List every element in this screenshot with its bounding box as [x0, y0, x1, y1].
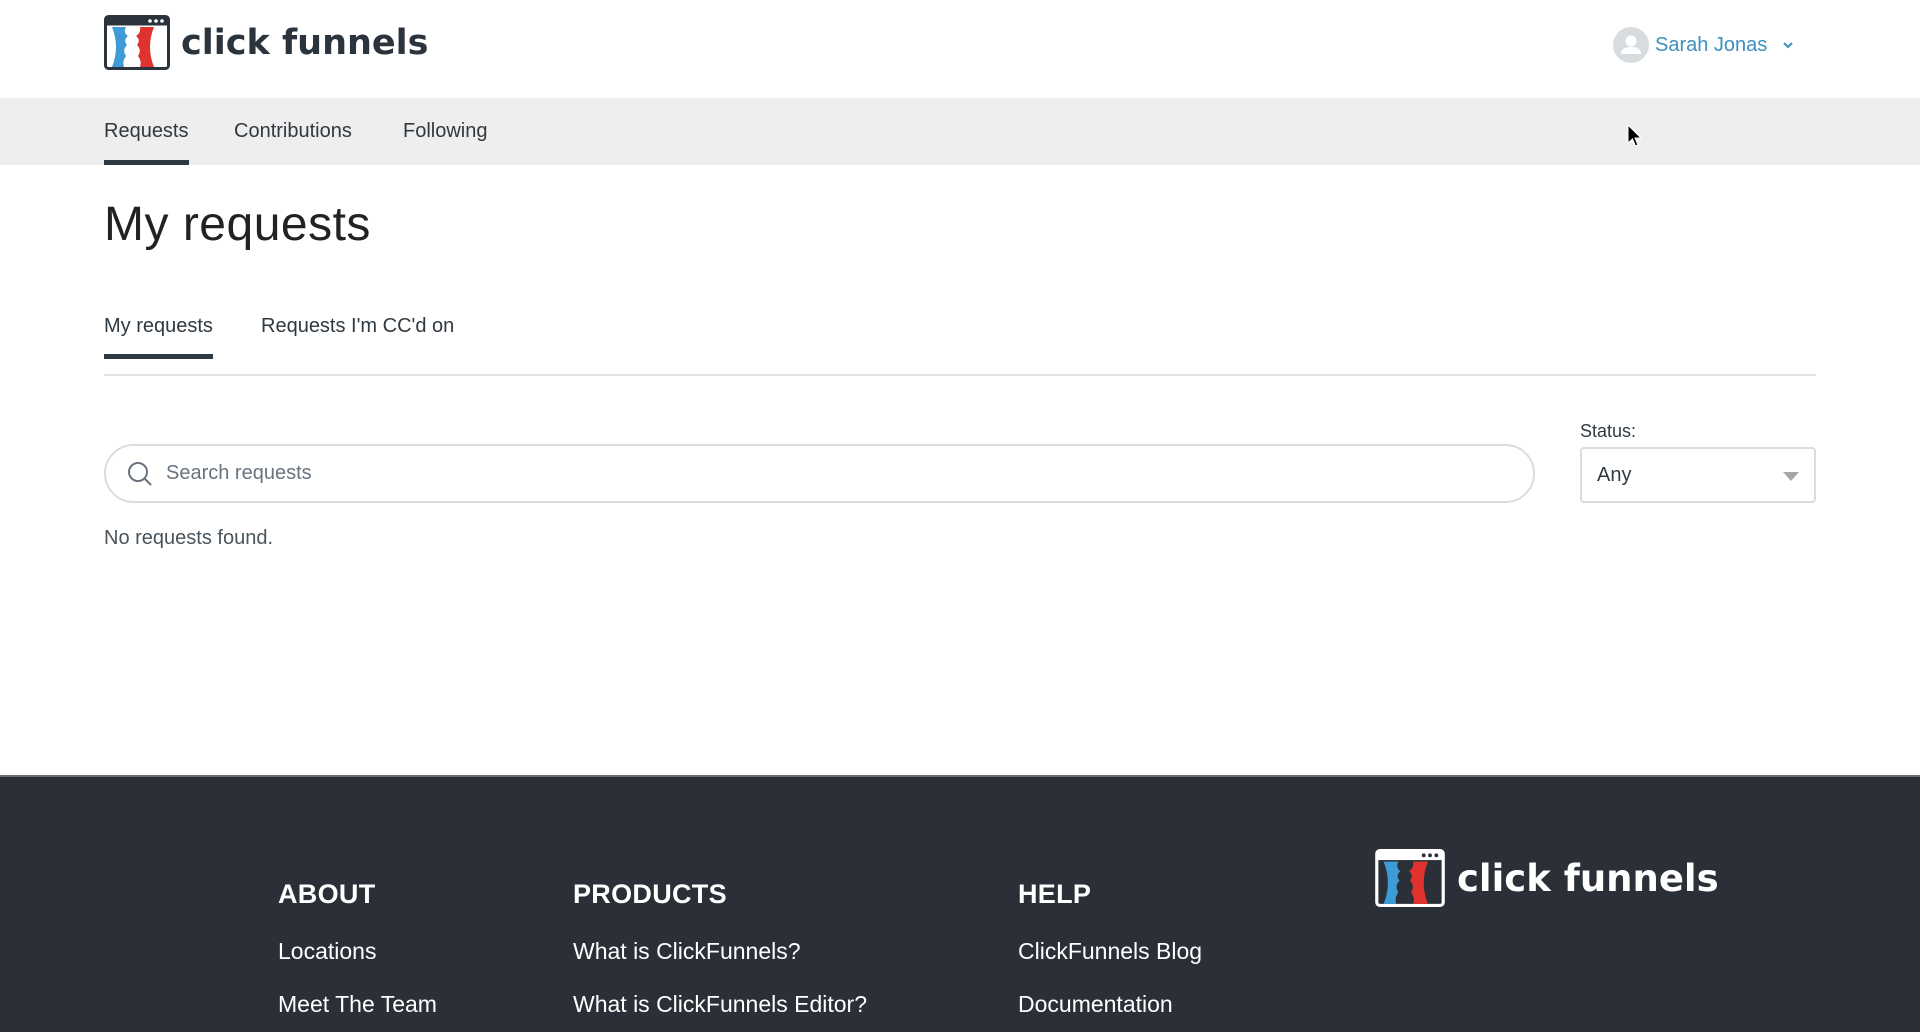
search-input[interactable] [166, 462, 1466, 485]
footer-link-blog[interactable]: ClickFunnels Blog [1018, 938, 1202, 965]
footer-link-documentation[interactable]: Documentation [1018, 991, 1202, 1018]
footer-column-about: ABOUT Locations Meet The Team [278, 879, 437, 1018]
user-name: Sarah Jonas [1655, 33, 1768, 56]
chevron-down-icon [1781, 38, 1795, 52]
footer-logo[interactable]: click funnels [1375, 849, 1719, 907]
logo-mark-icon [1375, 849, 1445, 907]
page-title: My requests [104, 198, 371, 251]
status-select[interactable]: Any [1580, 447, 1816, 503]
footer-link-meet-the-team[interactable]: Meet The Team [278, 991, 437, 1018]
site-footer: ABOUT Locations Meet The Team PRODUCTS W… [0, 775, 1920, 1032]
nav-tab-following[interactable]: Following [403, 98, 487, 165]
avatar [1613, 27, 1649, 63]
footer-logo-text: click funnels [1457, 856, 1719, 900]
footer-link-what-is-clickfunnels[interactable]: What is ClickFunnels? [573, 938, 867, 965]
user-icon [1621, 35, 1641, 54]
status-select-value: Any [1597, 463, 1632, 486]
caret-down-icon [1783, 472, 1799, 481]
status-label: Status: [1580, 421, 1637, 441]
footer-heading: PRODUCTS [573, 879, 727, 909]
nav-tab-contributions[interactable]: Contributions [234, 98, 352, 165]
mouse-cursor-icon [1627, 124, 1643, 147]
logo-mark-icon [104, 15, 170, 70]
footer-column-products: PRODUCTS What is ClickFunnels? What is C… [573, 879, 867, 1018]
footer-column-help: HELP ClickFunnels Blog Documentation [1018, 879, 1202, 1018]
nav-tab-requests[interactable]: Requests [104, 98, 189, 165]
footer-link-locations[interactable]: Locations [278, 938, 437, 965]
empty-state-message: No requests found. [104, 527, 273, 549]
tab-requests-ccd[interactable]: Requests I'm CC'd on [261, 306, 454, 359]
footer-link-what-is-editor[interactable]: What is ClickFunnels Editor? [573, 991, 867, 1018]
footer-heading: HELP [1018, 879, 1092, 909]
user-menu-button[interactable]: Sarah Jonas [1613, 27, 1795, 63]
footer-heading: ABOUT [278, 879, 376, 909]
clickfunnels-logo[interactable]: click funnels [104, 15, 429, 70]
search-icon [128, 461, 152, 486]
tab-my-requests[interactable]: My requests [104, 306, 213, 359]
search-field[interactable] [104, 444, 1535, 503]
request-tabs: My requests Requests I'm CC'd on [104, 306, 1816, 376]
logo-text: click funnels [181, 22, 429, 63]
site-header: click funnels Sarah Jonas [0, 0, 1920, 98]
